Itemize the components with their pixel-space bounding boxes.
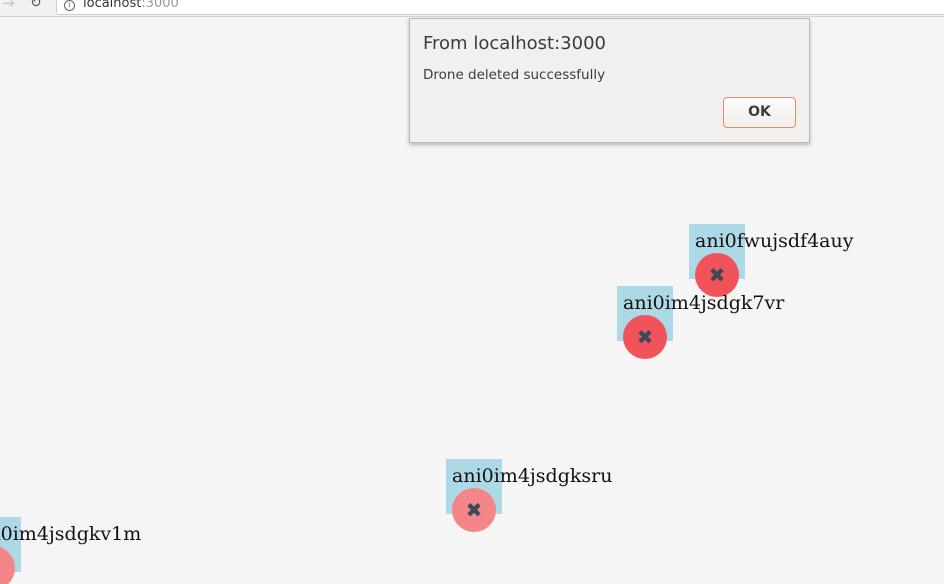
ok-button[interactable]: OK [723, 97, 796, 128]
close-icon: ✖ [708, 263, 726, 287]
dialog-title: From localhost:3000 [423, 33, 606, 54]
drone-id-label: ani0im4jsdgkv1m [0, 523, 142, 545]
browser-window: → ↻ i localhost:3000 ani0fwujsdf4auy ✖ a… [0, 0, 944, 584]
close-icon: ✖ [0, 558, 1, 578]
reload-icon[interactable]: ↻ [30, 0, 42, 11]
info-icon[interactable]: i [64, 0, 75, 11]
url-host: localhost [83, 0, 142, 11]
url-text: localhost:3000 [83, 0, 179, 11]
drone-id-label: ani0fwujsdf4auy [695, 230, 854, 252]
dialog-message: Drone deleted successfully [423, 67, 606, 83]
drone-id-label: ani0im4jsdgksru [452, 465, 613, 487]
delete-drone-button[interactable]: ✖ [695, 253, 739, 297]
alert-dialog: From localhost:3000 Drone deleted succes… [409, 18, 810, 143]
address-bar[interactable]: i localhost:3000 [56, 0, 944, 15]
arrow-right-icon[interactable]: → [2, 0, 15, 11]
url-port: :3000 [141, 0, 179, 11]
delete-drone-button[interactable]: ✖ [452, 488, 496, 532]
delete-drone-button[interactable]: ✖ [623, 315, 667, 359]
browser-toolbar: → ↻ i localhost:3000 [0, 0, 944, 17]
close-icon: ✖ [465, 498, 483, 522]
drone-id-label: ani0im4jsdgk7vr [623, 292, 785, 314]
close-icon: ✖ [636, 325, 654, 349]
